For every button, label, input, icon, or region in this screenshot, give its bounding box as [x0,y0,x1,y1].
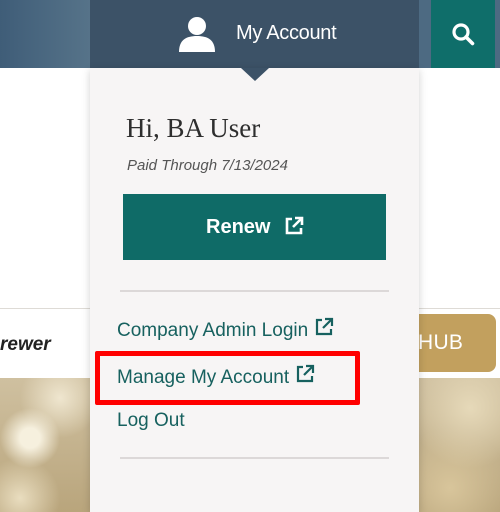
search-button[interactable] [431,0,495,68]
company-admin-login-link[interactable]: Company Admin Login [117,317,334,343]
hub-button-label: HUB [418,331,464,354]
manage-my-account-label: Manage My Account [117,367,290,388]
external-link-icon [314,317,334,343]
menu-divider-bottom [120,457,389,459]
external-link-icon [295,364,315,390]
my-account-button[interactable]: My Account [90,0,419,68]
account-dropdown-menu: Hi, BA User Paid Through 7/13/2024 Renew… [90,68,419,512]
search-icon [452,23,475,46]
partial-heading-text: rewer [0,334,51,355]
header-left-area [0,0,90,68]
user-icon [176,16,218,52]
header-spacer [419,0,431,68]
dropdown-caret [241,68,269,81]
log-out-link[interactable]: Log Out [117,410,185,432]
renew-button-label: Renew [206,216,271,238]
manage-my-account-link[interactable]: Manage My Account [117,364,315,390]
top-navigation-bar: My Account [0,0,500,68]
hub-button[interactable]: HUB [408,314,496,372]
renew-button[interactable]: Renew [123,194,386,260]
user-greeting: Hi, BA User [126,113,261,143]
company-admin-login-label: Company Admin Login [117,320,309,341]
log-out-label: Log Out [117,410,185,431]
membership-paid-through: Paid Through 7/13/2024 [127,157,288,174]
header-right-edge [495,0,500,68]
menu-divider-top [120,290,389,292]
external-link-icon [283,215,305,242]
page: My Account rewer HUB Hi, BA User Paid Th… [0,0,500,512]
my-account-label: My Account [236,22,337,44]
